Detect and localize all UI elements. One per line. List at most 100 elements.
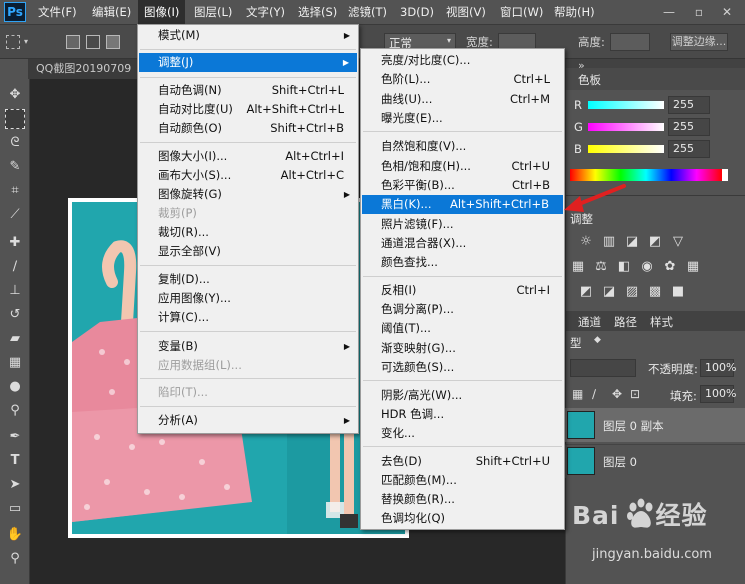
fill-value[interactable]: 100% <box>700 385 736 403</box>
menu-file[interactable]: 文件(F) <box>32 0 83 25</box>
threshold-icon[interactable]: ▨ <box>624 285 640 299</box>
menu-item-hue-saturation[interactable]: 色相/饱和度(H)... Ctrl+U <box>361 157 564 176</box>
brightness-icon[interactable]: ☼ <box>578 235 594 249</box>
maximize-icon[interactable]: ▫ <box>690 3 708 21</box>
type-tool-icon[interactable]: T <box>5 451 25 471</box>
history-brush-tool-icon[interactable]: ↺ <box>5 305 25 325</box>
menu-3d[interactable]: 3D(D) <box>394 0 440 25</box>
menu-item-match-color[interactable]: 匹配颜色(M)... <box>361 471 564 490</box>
color-balance-icon[interactable]: ⚖ <box>593 260 609 274</box>
menu-item-reveal-all[interactable]: 显示全部(V) <box>138 242 358 261</box>
menu-item-trap[interactable]: 陷印(T)... <box>138 383 358 402</box>
menu-item-auto-tone[interactable]: 自动色调(N) Shift+Ctrl+L <box>138 81 358 100</box>
color-lookup-icon[interactable]: ▦ <box>685 260 701 274</box>
menu-image[interactable]: 图像(I) <box>138 0 186 25</box>
pen-tool-icon[interactable]: ✒ <box>5 427 25 447</box>
hand-tool-icon[interactable]: ✋ <box>5 525 25 545</box>
menu-item-canvas-size[interactable]: 画布大小(S)... Alt+Ctrl+C <box>138 166 358 185</box>
blue-slider[interactable] <box>588 145 664 153</box>
lock-move-icon[interactable]: ✥ <box>612 387 622 401</box>
exposure-icon[interactable]: ◩ <box>647 235 663 249</box>
lock-all-icon[interactable]: ⊡ <box>630 387 640 401</box>
menu-item-black-white[interactable]: 黑白(K)... Alt+Shift+Ctrl+B <box>362 195 563 214</box>
new-selection-icon[interactable] <box>66 35 80 49</box>
layer-name[interactable]: 图层 0 <box>603 454 637 470</box>
lock-pixels-icon[interactable]: ▦ <box>572 387 583 401</box>
chevron-down-icon[interactable]: ▾ <box>24 37 28 46</box>
menu-item-trim[interactable]: 裁切(R)... <box>138 223 358 242</box>
posterize-icon[interactable]: ◪ <box>601 285 617 299</box>
menu-view[interactable]: 视图(V) <box>440 0 492 25</box>
menu-item-image-size[interactable]: 图像大小(I)... Alt+Ctrl+I <box>138 147 358 166</box>
menu-item-levels[interactable]: 色阶(L)... Ctrl+L <box>361 70 564 89</box>
opacity-value[interactable]: 100% <box>700 359 736 377</box>
menu-item-hdr-toning[interactable]: HDR 色调... <box>361 405 564 424</box>
menu-item-color-lookup[interactable]: 颜色查找... <box>361 253 564 272</box>
blur-tool-icon[interactable]: ● <box>5 377 25 397</box>
menu-filter[interactable]: 滤镜(T) <box>342 0 393 25</box>
menu-item-curves[interactable]: 曲线(U)... Ctrl+M <box>361 90 564 109</box>
lasso-tool-icon[interactable]: ᘓ <box>5 133 25 153</box>
menu-layer[interactable]: 图层(L) <box>188 0 238 25</box>
menu-item-mode[interactable]: 模式(M) ▶ <box>138 26 358 45</box>
menu-item-auto-color[interactable]: 自动颜色(O) Shift+Ctrl+B <box>138 119 358 138</box>
eraser-tool-icon[interactable]: ▰ <box>5 329 25 349</box>
menu-item-replace-color[interactable]: 替换颜色(R)... <box>361 490 564 509</box>
white-swatch[interactable] <box>722 169 728 181</box>
menu-item-gradient-map[interactable]: 渐变映射(G)... <box>361 339 564 358</box>
menu-item-brightness-contrast[interactable]: 亮度/对比度(C)... <box>361 51 564 70</box>
gradient-map-icon[interactable]: ■ <box>670 285 686 299</box>
red-slider[interactable] <box>588 101 664 109</box>
photo-filter-icon[interactable]: ◉ <box>639 260 655 274</box>
black-white-icon[interactable]: ◧ <box>616 260 632 274</box>
menu-item-selective-color[interactable]: 可选颜色(S)... <box>361 358 564 377</box>
menu-item-desaturate[interactable]: 去色(D) Shift+Ctrl+U <box>361 452 564 471</box>
invert-icon[interactable]: ◩ <box>578 285 594 299</box>
hue-sat-icon[interactable]: ▦ <box>570 260 586 274</box>
menu-item-auto-contrast[interactable]: 自动对比度(U) Alt+Shift+Ctrl+L <box>138 100 358 119</box>
zoom-tool-icon[interactable]: ⚲ <box>5 549 25 569</box>
paths-tab[interactable]: 路径 <box>614 314 637 330</box>
height-input[interactable] <box>610 33 650 51</box>
channel-mixer-icon[interactable]: ✿ <box>662 260 678 274</box>
channels-tab[interactable]: 通道 <box>578 314 601 330</box>
vibrance-icon[interactable]: ▽ <box>670 235 686 249</box>
menu-item-variables[interactable]: 变量(B) ▶ <box>138 337 358 356</box>
menu-item-calculations[interactable]: 计算(C)... <box>138 308 358 327</box>
menu-item-equalize[interactable]: 色调均化(Q) <box>361 509 564 528</box>
menu-edit[interactable]: 编辑(E) <box>86 0 137 25</box>
styles-tab[interactable]: 样式 <box>650 314 673 330</box>
eyedropper-tool-icon[interactable]: ⟋ <box>5 205 25 225</box>
selective-color-icon[interactable]: ▩ <box>647 285 663 299</box>
menu-type[interactable]: 文字(Y) <box>240 0 291 25</box>
green-slider[interactable] <box>588 123 664 131</box>
blend-mode-select[interactable] <box>570 359 636 377</box>
menu-item-apply-data-set[interactable]: 应用数据组(L)... <box>138 356 358 375</box>
menu-item-threshold[interactable]: 阈值(T)... <box>361 319 564 338</box>
quick-select-tool-icon[interactable]: ✎ <box>5 157 25 177</box>
shape-tool-icon[interactable]: ▭ <box>5 499 25 519</box>
lock-brush-icon[interactable]: ∕ <box>592 387 596 401</box>
menu-item-color-balance[interactable]: 色彩平衡(B)... Ctrl+B <box>361 176 564 195</box>
healing-brush-tool-icon[interactable]: ✚ <box>5 233 25 253</box>
menu-item-photo-filter[interactable]: 照片滤镜(F)... <box>361 215 564 234</box>
layer-name[interactable]: 图层 0 副本 <box>603 418 664 434</box>
menu-item-invert[interactable]: 反相(I) Ctrl+I <box>361 281 564 300</box>
menu-window[interactable]: 窗口(W) <box>494 0 549 25</box>
marquee-preset-icon[interactable] <box>6 35 20 49</box>
blue-value[interactable]: 255 <box>668 140 710 158</box>
levels-icon[interactable]: ▥ <box>601 235 617 249</box>
close-icon[interactable]: ✕ <box>718 3 736 21</box>
curves-icon[interactable]: ◪ <box>624 235 640 249</box>
red-value[interactable]: 255 <box>668 96 710 114</box>
brush-tool-icon[interactable]: ∕ <box>5 257 25 277</box>
menu-item-apply-image[interactable]: 应用图像(Y)... <box>138 289 358 308</box>
swatches-tab[interactable]: 色板 <box>578 72 601 88</box>
menu-item-vibrance[interactable]: 自然饱和度(V)... <box>361 137 564 156</box>
clone-stamp-tool-icon[interactable]: ⊥ <box>5 281 25 301</box>
crop-tool-icon[interactable]: ⌗ <box>5 181 25 201</box>
menu-select[interactable]: 选择(S) <box>292 0 343 25</box>
menu-item-image-rotation[interactable]: 图像旋转(G) ▶ <box>138 185 358 204</box>
move-tool-icon[interactable]: ✥ <box>5 85 25 105</box>
document-tab[interactable]: QQ截图20190709 <box>28 59 140 79</box>
